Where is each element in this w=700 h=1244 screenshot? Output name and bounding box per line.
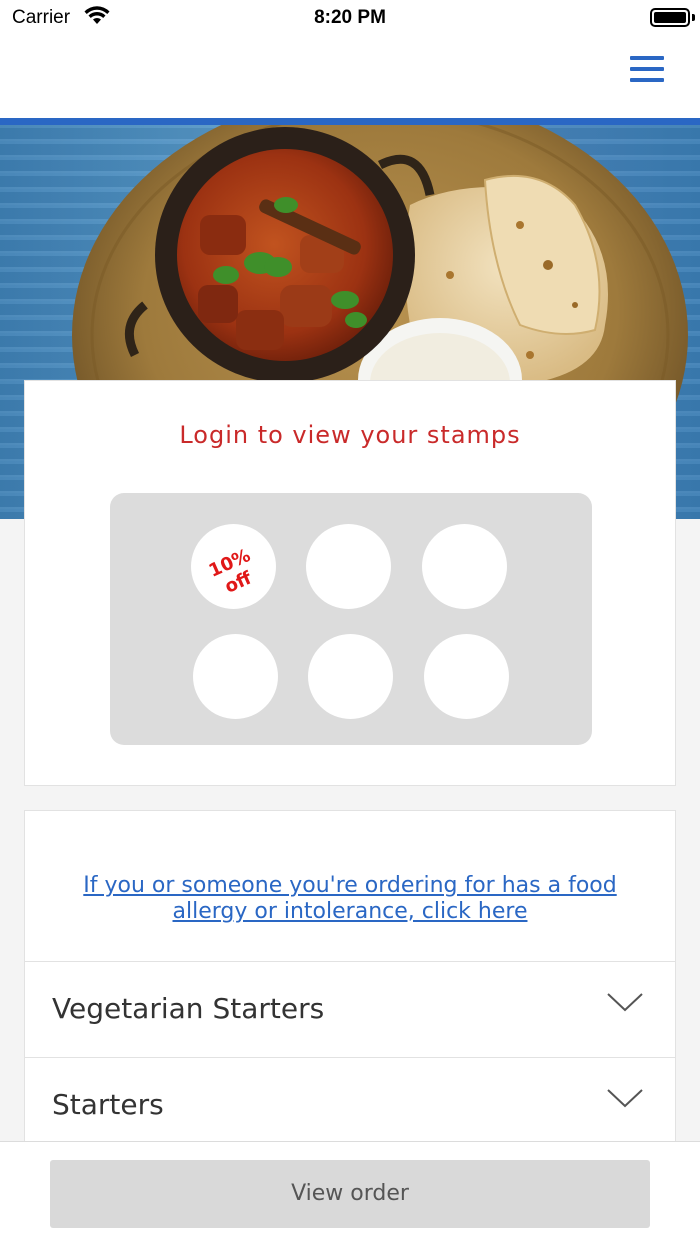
battery-cap (692, 14, 695, 21)
stamp-reward-label: 10% off (195, 540, 272, 605)
chevron-down-icon (607, 993, 643, 1012)
stamp-card: Login to view your stamps 10% off (24, 380, 676, 786)
stamp-login-prompt[interactable]: Login to view your stamps (25, 421, 675, 449)
order-footer: View order (0, 1141, 700, 1244)
clock: 8:20 PM (314, 7, 386, 28)
stamp-slot (193, 634, 278, 719)
nav-accent-line (0, 118, 700, 125)
top-nav (0, 36, 700, 118)
category-label: Starters (52, 1088, 164, 1121)
view-order-button[interactable]: View order (50, 1160, 650, 1228)
category-starters[interactable]: Starters (24, 1058, 676, 1154)
stamp-slot-reward: 10% off (191, 524, 276, 609)
stamp-slot (424, 634, 509, 719)
chevron-down-icon (607, 1089, 643, 1108)
hamburger-menu-icon[interactable] (630, 52, 666, 88)
category-label: Vegetarian Starters (52, 992, 325, 1025)
battery-icon (650, 8, 690, 27)
status-bar: Carrier 8:20 PM (0, 0, 700, 36)
stamp-slot (306, 524, 391, 609)
category-vegetarian-starters[interactable]: Vegetarian Starters (24, 962, 676, 1058)
stamp-slot (422, 524, 507, 609)
stamp-board: 10% off (110, 493, 592, 745)
allergy-card: If you or someone you're ordering for ha… (24, 810, 676, 962)
stamp-slot (308, 634, 393, 719)
allergy-info-link[interactable]: If you or someone you're ordering for ha… (45, 873, 655, 925)
